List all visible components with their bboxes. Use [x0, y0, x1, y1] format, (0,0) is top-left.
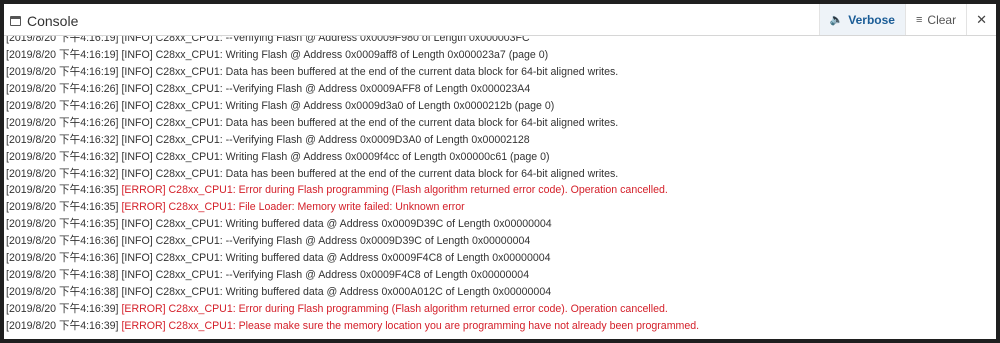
log-line: [2019/8/20 下午4:16:32] [INFO] C28xx_CPU1:…	[6, 132, 699, 149]
log-timestamp: [2019/8/20 下午4:16:39]	[6, 303, 119, 315]
console-title: Console	[27, 13, 79, 29]
speaker-icon: 🔈	[829, 14, 844, 26]
log-timestamp: [2019/8/20 下午4:16:32]	[6, 133, 119, 146]
log-timestamp: [2019/8/20 下午4:16:32]	[6, 167, 119, 180]
log-line: [2019/8/20 下午4:16:36] [INFO] C28xx_CPU1:…	[6, 233, 699, 250]
log-timestamp: [2019/8/20 下午4:16:38]	[6, 286, 119, 299]
log-line: [2019/8/20 下午4:16:36] [INFO] C28xx_CPU1:…	[6, 250, 699, 267]
verbose-label: Verbose	[848, 12, 895, 27]
log-timestamp: [2019/8/20 下午4:16:19]	[6, 48, 119, 61]
log-info-message: [INFO] C28xx_CPU1: Writing Flash @ Addre…	[118, 99, 555, 112]
log-line: [2019/8/20 下午4:16:39] [ERROR] C28xx_CPU1…	[6, 318, 699, 335]
console-window-icon	[10, 16, 21, 26]
log-line: [2019/8/20 下午4:16:35] [ERROR] C28xx_CPU1…	[6, 182, 699, 199]
console-toolbar: 🔈 Verbose ≡ Clear ✕	[818, 4, 996, 35]
log-error-message: [ERROR] C28xx_CPU1: Please make sure the…	[118, 319, 700, 332]
log-line: [2019/8/20 下午4:16:32] [INFO] C28xx_CPU1:…	[6, 166, 699, 183]
close-button[interactable]: ✕	[966, 4, 996, 35]
log-lines: [2019/8/20 下午4:16:19] [INFO] C28xx_CPU1:…	[6, 36, 699, 335]
clear-label: Clear	[927, 12, 957, 27]
console-panel: Console 🔈 Verbose ≡ Clear ✕ [2019/8/20 下…	[4, 4, 996, 339]
log-line: [2019/8/20 下午4:16:26] [INFO] C28xx_CPU1:…	[6, 115, 699, 132]
log-timestamp: [2019/8/20 下午4:16:39]	[6, 319, 119, 332]
log-info-message: [INFO] C28xx_CPU1: --Verifying Flash @ A…	[118, 133, 530, 146]
log-timestamp: [2019/8/20 下午4:16:19]	[6, 65, 119, 78]
log-line: [2019/8/20 下午4:16:38] [INFO] C28xx_CPU1:…	[6, 267, 699, 284]
log-timestamp: [2019/8/20 下午4:16:35]	[6, 184, 119, 197]
log-info-message: [INFO] C28xx_CPU1: Writing buffered data…	[118, 252, 551, 265]
log-timestamp: [2019/8/20 下午4:16:35]	[6, 218, 119, 231]
log-timestamp: [2019/8/20 下午4:16:36]	[6, 235, 119, 248]
log-timestamp: [2019/8/20 下午4:16:26]	[6, 82, 119, 95]
log-error-message: [ERROR] C28xx_CPU1: Error during Flash p…	[118, 184, 668, 197]
log-error-message: [ERROR] C28xx_CPU1: File Loader: Memory …	[118, 201, 465, 214]
console-title-area: Console	[10, 11, 78, 31]
log-info-message: [INFO] C28xx_CPU1: --Verifying Flash @ A…	[118, 82, 531, 95]
clear-lines-icon: ≡	[915, 13, 923, 26]
log-line: [2019/8/20 下午4:16:19] [INFO] C28xx_CPU1:…	[6, 47, 699, 64]
log-info-message: [INFO] C28xx_CPU1: Writing Flash @ Addre…	[118, 150, 550, 163]
log-line: [2019/8/20 下午4:16:32] [INFO] C28xx_CPU1:…	[6, 149, 699, 166]
log-line: [2019/8/20 下午4:16:19] [INFO] C28xx_CPU1:…	[6, 36, 699, 47]
log-line: [2019/8/20 下午4:16:35] [ERROR] C28xx_CPU1…	[6, 199, 699, 216]
log-info-message: [INFO] C28xx_CPU1: Writing buffered data…	[118, 218, 552, 231]
close-icon: ✕	[976, 11, 987, 27]
log-timestamp: [2019/8/20 下午4:16:35]	[6, 201, 119, 214]
log-timestamp: [2019/8/20 下午4:16:19]	[6, 36, 119, 44]
log-info-message: [INFO] C28xx_CPU1: Writing Flash @ Addre…	[118, 48, 549, 61]
log-info-message: [INFO] C28xx_CPU1: Data has been buffere…	[118, 167, 619, 180]
log-line: [2019/8/20 下午4:16:39] [ERROR] C28xx_CPU1…	[6, 301, 699, 318]
log-info-message: [INFO] C28xx_CPU1: --Verifying Flash @ A…	[118, 235, 531, 248]
verbose-button[interactable]: 🔈 Verbose	[818, 4, 905, 35]
clear-button[interactable]: ≡ Clear	[904, 4, 966, 35]
log-info-message: [INFO] C28xx_CPU1: --Verifying Flash @ A…	[118, 269, 530, 282]
log-line: [2019/8/20 下午4:16:19] [INFO] C28xx_CPU1:…	[6, 64, 699, 81]
log-line: [2019/8/20 下午4:16:26] [INFO] C28xx_CPU1:…	[6, 98, 699, 115]
log-info-message: [INFO] C28xx_CPU1: Data has been buffere…	[118, 116, 619, 129]
log-timestamp: [2019/8/20 下午4:16:26]	[6, 116, 119, 129]
log-timestamp: [2019/8/20 下午4:16:38]	[6, 269, 119, 282]
log-line: [2019/8/20 下午4:16:35] [INFO] C28xx_CPU1:…	[6, 216, 699, 233]
console-header: Console 🔈 Verbose ≡ Clear ✕	[4, 4, 996, 36]
log-error-message: [ERROR] C28xx_CPU1: Error during Flash p…	[118, 303, 668, 315]
log-line: [2019/8/20 下午4:16:26] [INFO] C28xx_CPU1:…	[6, 81, 699, 98]
log-info-message: [INFO] C28xx_CPU1: Writing buffered data…	[118, 286, 552, 299]
console-log[interactable]: [2019/8/20 下午4:16:19] [INFO] C28xx_CPU1:…	[4, 36, 996, 339]
log-timestamp: [2019/8/20 下午4:16:26]	[6, 99, 119, 112]
log-info-message: [INFO] C28xx_CPU1: Data has been buffere…	[118, 65, 619, 78]
log-timestamp: [2019/8/20 下午4:16:36]	[6, 252, 119, 265]
log-line: [2019/8/20 下午4:16:38] [INFO] C28xx_CPU1:…	[6, 284, 699, 301]
log-timestamp: [2019/8/20 下午4:16:32]	[6, 150, 119, 163]
log-info-message: [INFO] C28xx_CPU1: --Verifying Flash @ A…	[118, 36, 530, 44]
